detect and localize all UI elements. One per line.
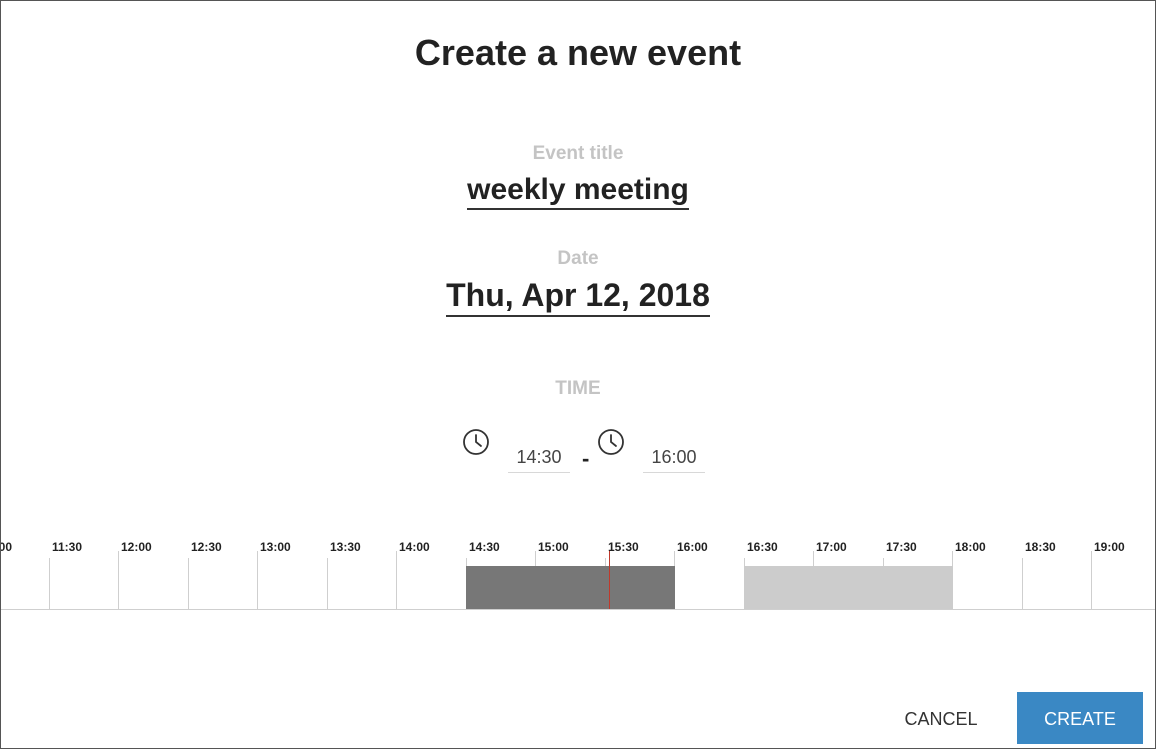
timeline-tick-label: 15:00	[538, 540, 569, 554]
timeline-tick-label: 18:30	[1025, 540, 1056, 554]
timeline-baseline	[1, 609, 1155, 610]
timeline-tick-label: 17:00	[816, 540, 847, 554]
timeline-tick	[188, 558, 189, 609]
cancel-button[interactable]: CANCEL	[883, 693, 999, 743]
timeline-tick-label: 11:00	[0, 540, 13, 554]
create-button[interactable]: CREATE	[1017, 692, 1143, 744]
timeline-tick-label: 15:30	[608, 540, 639, 554]
date-row: Thu, Apr 12, 2018	[1, 277, 1155, 318]
timeline-tick-label: 18:00	[955, 540, 986, 554]
time-separator: -	[582, 446, 590, 471]
timeline-tick-label: 16:30	[747, 540, 778, 554]
create-event-dialog: Create a new event Event title weekly me…	[0, 0, 1156, 749]
date-field[interactable]: Thu, Apr 12, 2018	[446, 277, 710, 318]
timeline-tick-label: 14:00	[399, 540, 430, 554]
end-time-input[interactable]	[643, 442, 705, 473]
timeline-tick	[396, 551, 397, 609]
event-title-field[interactable]: weekly meeting	[467, 173, 689, 210]
busy-time-block	[744, 566, 953, 609]
time-label: TIME	[555, 378, 601, 399]
timeline-tick	[1022, 558, 1023, 609]
timeline-tick-label: 14:30	[469, 540, 500, 554]
timeline-tick-label: 12:30	[191, 540, 222, 554]
selected-time-block[interactable]	[466, 566, 675, 609]
clock-icon[interactable]	[597, 428, 625, 456]
clock-icon[interactable]	[462, 428, 490, 456]
timeline-tick-label: 12:00	[121, 540, 152, 554]
timeline-tick-label: 13:30	[330, 540, 361, 554]
date-label: Date	[557, 248, 599, 269]
timeline-tick-label: 16:00	[677, 540, 708, 554]
timeline-tick-label: 11:30	[52, 540, 83, 554]
timeline-tick	[327, 558, 328, 609]
schedule-timeline[interactable]: 11:00 11:30 12:00 12:30 13:00 13:30 14:00 14:30…	[0, 531, 1155, 613]
current-time-marker	[609, 551, 610, 609]
event-title-row: weekly meeting	[1, 173, 1155, 210]
start-time-input[interactable]	[508, 442, 570, 473]
timeline-tick-label: 19:00	[1094, 540, 1125, 554]
timeline-tick	[49, 558, 50, 609]
timeline-tick-label: 13:00	[260, 540, 291, 554]
timeline-tick-label: 17:30	[886, 540, 917, 554]
timeline-tick	[118, 551, 119, 609]
timeline-tick	[1091, 551, 1092, 609]
event-title-label: Event title	[532, 143, 624, 164]
dialog-title: Create a new event	[414, 32, 742, 73]
timeline-tick	[257, 551, 258, 609]
time-range-row: -	[1, 426, 1155, 476]
